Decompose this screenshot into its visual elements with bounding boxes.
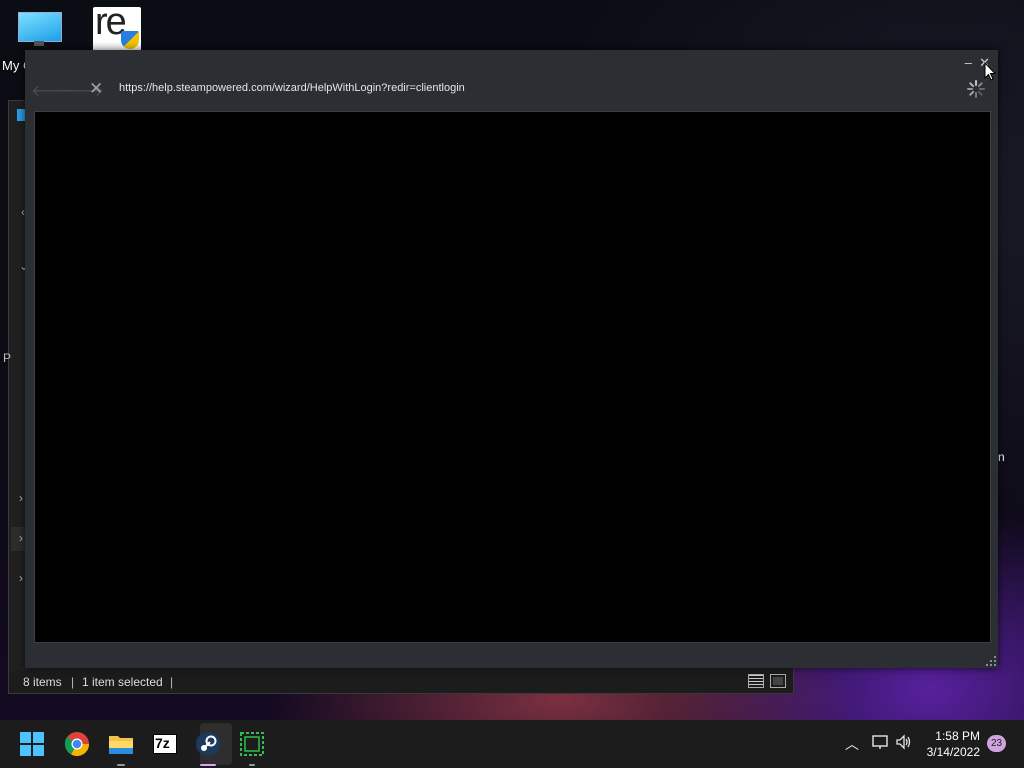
partial-label: n xyxy=(998,450,1005,464)
mouse-cursor-icon xyxy=(984,62,996,81)
loading-spinner-icon xyxy=(967,80,985,98)
items-count: 8 items xyxy=(23,675,62,689)
volume-icon[interactable] xyxy=(895,734,913,750)
terminal-icon[interactable] xyxy=(236,728,268,760)
selection-count: 1 item selected xyxy=(82,675,163,689)
re-app-icon[interactable]: re xyxy=(93,7,141,51)
details-view-button[interactable] xyxy=(748,674,764,688)
active-indicator xyxy=(200,764,216,766)
my-computer-icon[interactable] xyxy=(16,10,62,46)
start-icon[interactable] xyxy=(16,728,48,760)
chevron-right-icon[interactable]: › xyxy=(19,491,23,505)
notification-badge[interactable]: 23 xyxy=(987,735,1006,752)
minimize-button[interactable]: – xyxy=(965,56,972,70)
chevron-right-icon: › xyxy=(19,531,23,545)
7zip-icon[interactable]: 7z xyxy=(149,728,181,760)
shield-icon xyxy=(121,31,139,49)
url-display[interactable]: https://help.steampowered.com/wizard/Hel… xyxy=(119,82,465,94)
stop-loading-button[interactable]: ✕ xyxy=(89,79,103,99)
resize-grip-icon[interactable] xyxy=(986,656,996,666)
file-explorer-icon[interactable] xyxy=(105,728,137,760)
chevron-right-icon[interactable]: › xyxy=(19,571,23,585)
tiles-view-button[interactable] xyxy=(770,674,786,688)
clock-date: 3/14/2022 xyxy=(926,745,980,759)
running-indicator xyxy=(117,764,125,766)
running-indicator xyxy=(249,764,255,766)
network-icon[interactable] xyxy=(871,734,889,750)
browser-toolbar: 🡐 🡒 ✕ https://help.steampowered.com/wiza… xyxy=(25,72,998,108)
7zip-label: 7z xyxy=(155,735,170,751)
side-letter: P xyxy=(3,351,12,365)
chevron-up-icon[interactable]: ︿ xyxy=(845,734,859,754)
clock-time: 1:58 PM xyxy=(935,729,980,743)
steam-browser-window[interactable]: – ✕ 🡐 🡒 ✕ https://help.steampowered.com/… xyxy=(25,50,998,668)
web-content-area[interactable] xyxy=(34,111,991,643)
steam-icon[interactable] xyxy=(192,728,224,760)
chrome-icon[interactable] xyxy=(61,728,93,760)
status-bar: 8 items | 1 item selected | xyxy=(9,671,793,693)
clock[interactable]: 1:58 PM 3/14/2022 xyxy=(927,728,980,760)
